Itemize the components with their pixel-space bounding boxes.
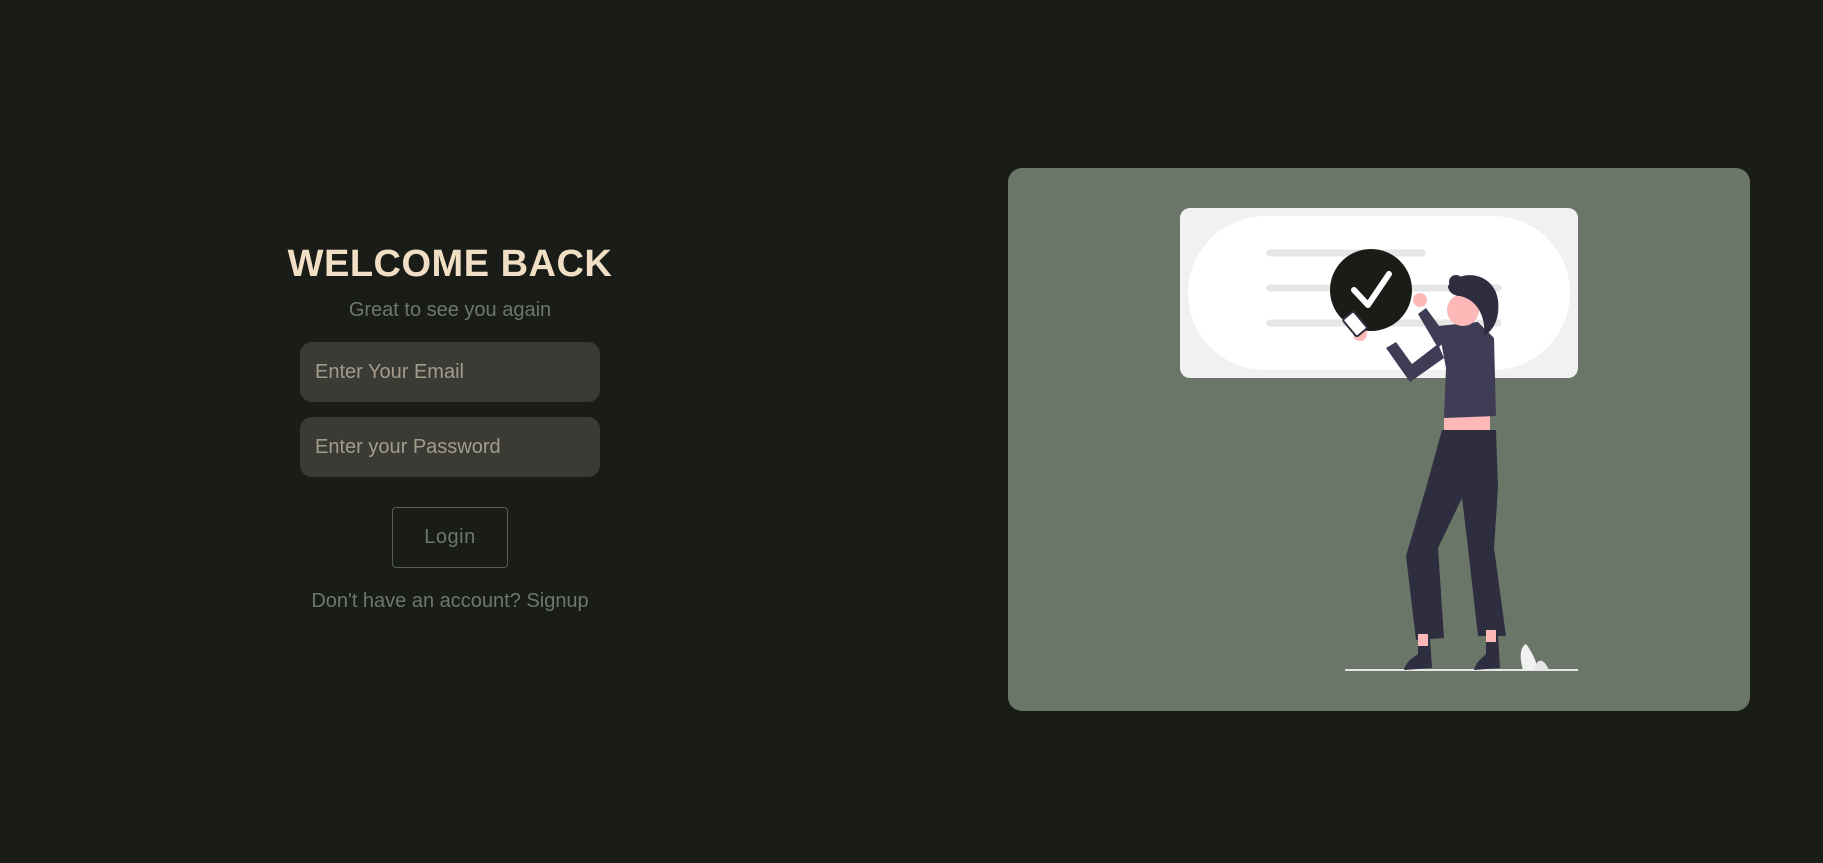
person-ankle bbox=[1418, 634, 1428, 646]
person-waist bbox=[1444, 416, 1490, 430]
person-pants bbox=[1406, 430, 1506, 640]
person-hair-bun bbox=[1449, 275, 1463, 289]
signup-link[interactable]: Signup bbox=[526, 590, 588, 612]
email-input[interactable] bbox=[300, 342, 600, 403]
person-with-phone-illustration bbox=[1180, 208, 1578, 671]
signup-prompt-text: Don't have an account? bbox=[311, 590, 521, 613]
plant-leaf bbox=[1534, 660, 1549, 670]
page-subtitle: Great to see you again bbox=[348, 299, 552, 322]
person-hand bbox=[1413, 293, 1427, 307]
checkmark-badge bbox=[1330, 249, 1412, 331]
page-title: WELCOME BACK bbox=[287, 243, 613, 285]
illustration-card bbox=[1008, 168, 1750, 711]
login-page: WELCOME BACK Great to see you again Logi… bbox=[0, 0, 1823, 863]
password-input[interactable] bbox=[300, 417, 600, 478]
signup-prompt: Don't have an account? Signup bbox=[311, 590, 588, 613]
person-ankle bbox=[1486, 630, 1496, 642]
login-button[interactable]: Login bbox=[392, 507, 508, 569]
login-form: WELCOME BACK Great to see you again Logi… bbox=[250, 240, 650, 613]
